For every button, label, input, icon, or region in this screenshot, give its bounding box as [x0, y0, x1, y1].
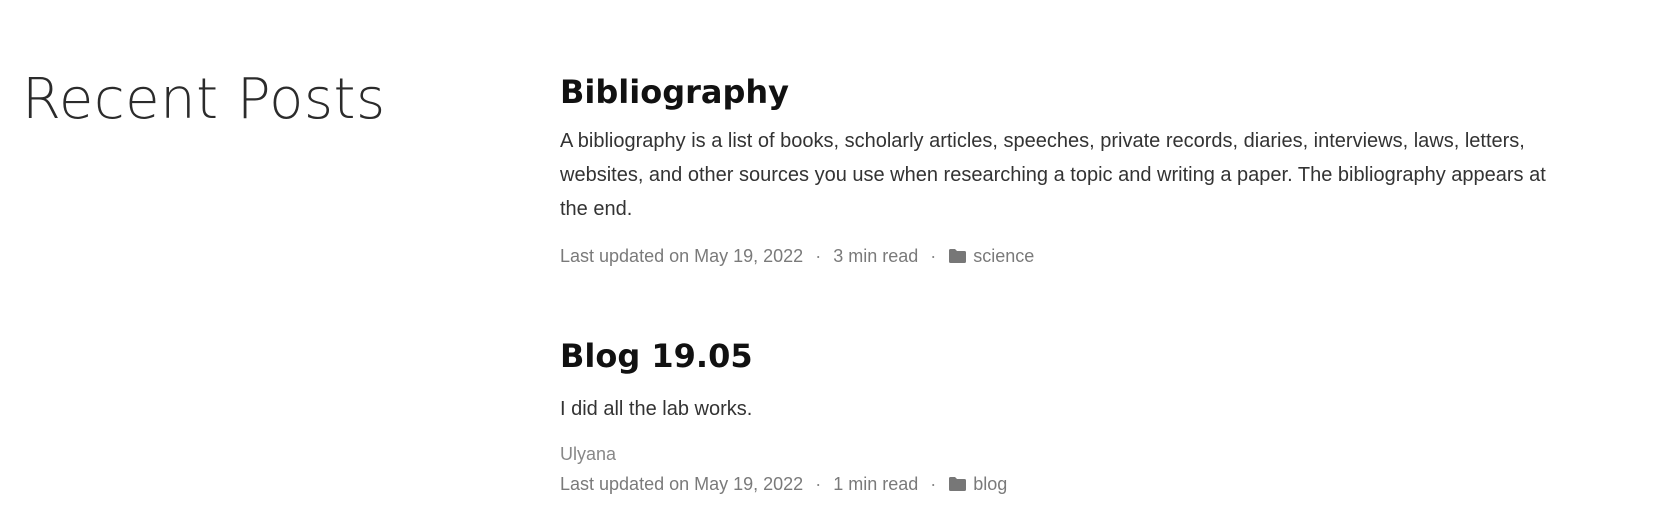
post-title-link[interactable]: Blog 19.05 — [560, 334, 1600, 378]
post-category-label: blog — [973, 474, 1008, 494]
post-summary: I did all the lab works. — [560, 398, 753, 420]
category-link-science[interactable]: science — [948, 244, 1034, 268]
post-read-time: 1 min read — [833, 474, 919, 494]
folder-icon — [948, 248, 967, 264]
meta-separator: · — [815, 246, 822, 266]
post-updated-date: Last updated on May 19, 2022 — [560, 246, 804, 266]
post-meta: Last updated on May 19, 2022 · 1 min rea… — [560, 472, 1600, 496]
folder-icon — [948, 476, 967, 492]
meta-separator: · — [930, 474, 937, 494]
post-item: Blog 19.05 I did all the lab works. Ulya… — [560, 334, 1600, 496]
post-title-link[interactable]: Bibliography — [560, 70, 1600, 114]
post-item: Bibliography A bibliography is a list of… — [560, 70, 1600, 268]
post-updated-date: Last updated on May 19, 2022 — [560, 474, 804, 494]
post-category-label: science — [973, 246, 1035, 266]
post-author[interactable]: Ulyana — [560, 442, 1600, 466]
post-meta: Last updated on May 19, 2022 · 3 min rea… — [560, 244, 1600, 268]
post-read-time: 3 min read — [833, 246, 919, 266]
category-link-blog[interactable]: blog — [948, 472, 1007, 496]
meta-separator: · — [930, 246, 937, 266]
section-title: Recent Posts — [22, 67, 386, 132]
meta-separator: · — [815, 474, 822, 494]
post-summary: A bibliography is a list of books, schol… — [560, 130, 1546, 220]
